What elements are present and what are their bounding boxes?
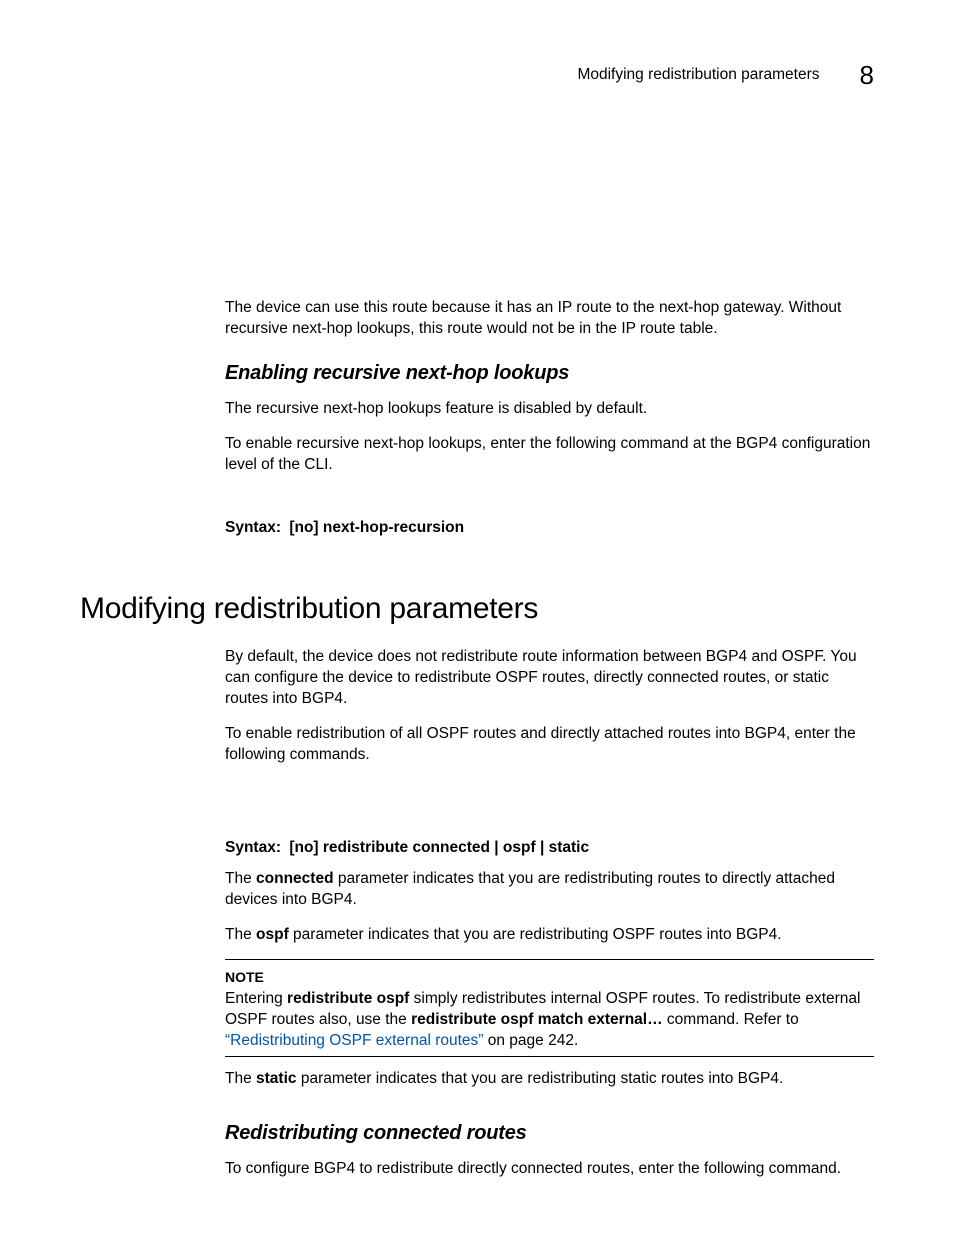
sec1-paragraph-2: To enable recursive next-hop lookups, en… — [225, 434, 874, 476]
text-fragment: on page 242. — [483, 1032, 578, 1049]
sec3-paragraph-1: To configure BGP4 to redistribute direct… — [225, 1159, 874, 1180]
text-fragment: Entering — [225, 990, 287, 1007]
body-column-2: By default, the device does not redistri… — [225, 647, 874, 1180]
param-connected: connected — [256, 870, 334, 887]
subheading-enabling-recursive: Enabling recursive next-hop lookups — [225, 360, 874, 387]
intro-paragraph: The device can use this route because it… — [225, 298, 874, 340]
note-body: Entering redistribute ospf simply redist… — [225, 989, 874, 1052]
sec2-paragraph-3: The connected parameter indicates that y… — [225, 869, 874, 911]
text-fragment: The — [225, 1070, 256, 1087]
syntax-line-2: Syntax: [no] redistribute connected | os… — [225, 838, 874, 859]
xref-redistributing-ospf-external[interactable]: “Redistributing OSPF external routes” — [225, 1032, 483, 1049]
sec2-paragraph-2: To enable redistribution of all OSPF rou… — [225, 724, 874, 766]
param-ospf: ospf — [256, 926, 289, 943]
sec2-paragraph-1: By default, the device does not redistri… — [225, 647, 874, 710]
note-label: NOTE — [225, 968, 874, 987]
text-fragment: The — [225, 870, 256, 887]
sec2-paragraph-4: The ospf parameter indicates that you ar… — [225, 925, 874, 946]
running-header-title: Modifying redistribution parameters — [577, 65, 819, 86]
cmd-redistribute-ospf: redistribute ospf — [287, 990, 409, 1007]
note-rule-top — [225, 959, 874, 960]
note-rule-bottom — [225, 1056, 874, 1057]
text-fragment: command. Refer to — [663, 1011, 799, 1028]
running-header: Modifying redistribution parameters 8 — [80, 58, 874, 93]
sec1-paragraph-1: The recursive next-hop lookups feature i… — [225, 399, 874, 420]
syntax-command-2: [no] redistribute connected | ospf | sta… — [289, 839, 589, 856]
cmd-redistribute-ospf-match-external: redistribute ospf match external… — [411, 1011, 663, 1028]
syntax-command: [no] next-hop-recursion — [289, 519, 464, 536]
syntax-label: Syntax: — [225, 518, 281, 539]
body-column: The device can use this route because it… — [225, 298, 874, 539]
subheading-redistributing-connected: Redistributing connected routes — [225, 1120, 874, 1147]
text-fragment: The — [225, 926, 256, 943]
param-static: static — [256, 1070, 297, 1087]
text-fragment: parameter indicates that you are redistr… — [297, 1070, 784, 1087]
sec2-paragraph-5: The static parameter indicates that you … — [225, 1069, 874, 1090]
text-fragment: parameter indicates that you are redistr… — [289, 926, 782, 943]
chapter-number: 8 — [860, 58, 874, 93]
syntax-line-1: Syntax: [no] next-hop-recursion — [225, 518, 874, 539]
page: Modifying redistribution parameters 8 Th… — [0, 0, 954, 1235]
syntax-label-2: Syntax: — [225, 838, 281, 859]
heading-modifying-redistribution: Modifying redistribution parameters — [80, 589, 874, 630]
